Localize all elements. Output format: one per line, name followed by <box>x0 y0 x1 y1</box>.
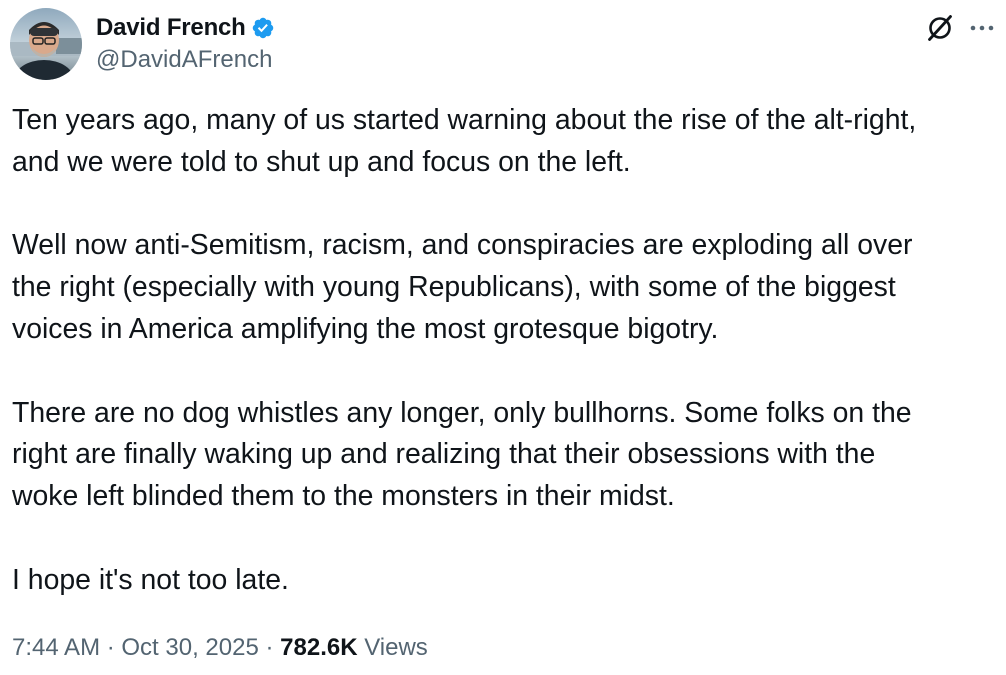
grok-icon[interactable] <box>924 12 956 44</box>
tweet-metadata: 7:44 AM · Oct 30, 2025 · 782.6K Views <box>12 634 428 662</box>
verified-badge-icon[interactable] <box>251 16 275 40</box>
tweet-time[interactable]: 7:44 AM <box>12 634 100 661</box>
more-options-icon[interactable] <box>966 12 998 44</box>
tweet-paragraph: There are no dog whistles any longer, on… <box>12 396 912 513</box>
tweet-body: Ten years ago, many of us started warnin… <box>12 100 1002 602</box>
meta-separator: · <box>100 634 122 661</box>
meta-separator: · <box>258 634 281 661</box>
avatar[interactable] <box>10 8 82 80</box>
display-name[interactable]: David French <box>96 14 246 42</box>
views-label: Views <box>357 634 428 661</box>
tweet: David French @DavidAFrench Ten years ago… <box>0 0 1006 675</box>
author-handle[interactable]: @DavidAFrench <box>96 46 275 74</box>
tweet-paragraph: I hope it's not too late. <box>12 563 289 596</box>
author-names: David French @DavidAFrench <box>96 12 275 74</box>
tweet-header: David French @DavidAFrench <box>10 6 1000 80</box>
avatar-photo <box>10 8 82 80</box>
tweet-paragraph: Ten years ago, many of us started warnin… <box>12 104 917 178</box>
tweet-paragraph: Well now anti-Semitism, racism, and cons… <box>12 229 913 345</box>
views-count: 782.6K <box>280 634 358 661</box>
display-name-row: David French <box>96 12 275 44</box>
tweet-date[interactable]: Oct 30, 2025 <box>121 634 258 661</box>
